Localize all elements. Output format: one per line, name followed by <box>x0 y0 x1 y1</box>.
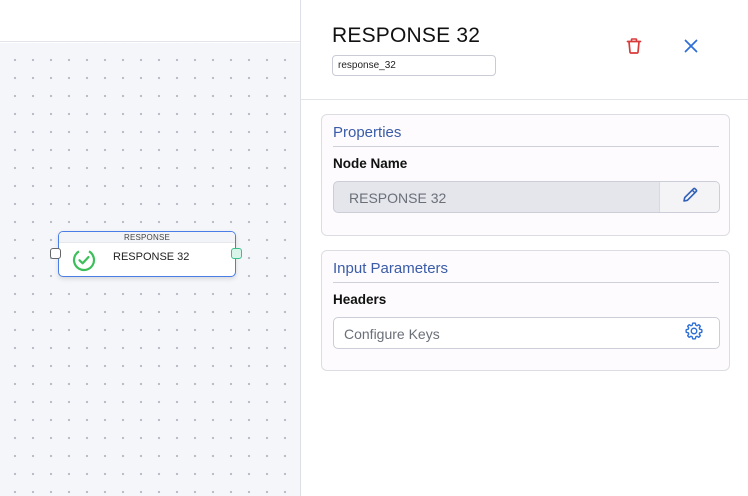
response-node[interactable]: RESPONSE RESPONSE 32 <box>58 231 236 277</box>
node-name-value: RESPONSE 32 <box>349 190 447 206</box>
section-divider <box>333 282 719 283</box>
node-config-panel: RESPONSE 32 response_32 Properties Node … <box>301 0 748 496</box>
node-name-field: RESPONSE 32 <box>333 181 720 213</box>
close-panel-button[interactable] <box>679 36 703 60</box>
gear-icon <box>684 321 704 346</box>
close-icon <box>683 38 699 59</box>
properties-title: Properties <box>333 124 402 141</box>
input-parameters-section: Input Parameters Headers Configure Keys <box>321 250 730 371</box>
pencil-icon <box>680 185 700 210</box>
node-name-label: Node Name <box>333 156 408 171</box>
trash-icon <box>624 36 644 61</box>
properties-section: Properties Node Name RESPONSE 32 <box>321 114 730 236</box>
canvas-toolbar <box>0 0 300 42</box>
panel-header: RESPONSE 32 response_32 <box>301 0 748 100</box>
input-parameters-title: Input Parameters <box>333 260 449 277</box>
configure-keys-button[interactable] <box>683 321 705 346</box>
panel-title: RESPONSE 32 <box>332 24 481 47</box>
edit-node-name-button[interactable] <box>659 182 719 212</box>
node-input-port[interactable] <box>50 248 61 259</box>
delete-node-button[interactable] <box>622 36 646 60</box>
section-divider <box>333 146 719 147</box>
node-label: RESPONSE 32 <box>113 251 190 263</box>
workflow-editor: RESPONSE RESPONSE 32 RESPONSE 32 respons… <box>0 0 748 496</box>
configure-keys-placeholder: Configure Keys <box>344 326 440 342</box>
node-type-label: RESPONSE <box>59 232 235 243</box>
check-circle-icon <box>72 248 96 272</box>
headers-label: Headers <box>333 292 387 307</box>
node-body: RESPONSE 32 <box>59 243 235 275</box>
configure-keys-field[interactable]: Configure Keys <box>333 317 720 349</box>
node-output-port[interactable] <box>231 248 242 259</box>
node-id-field[interactable]: response_32 <box>332 55 496 76</box>
